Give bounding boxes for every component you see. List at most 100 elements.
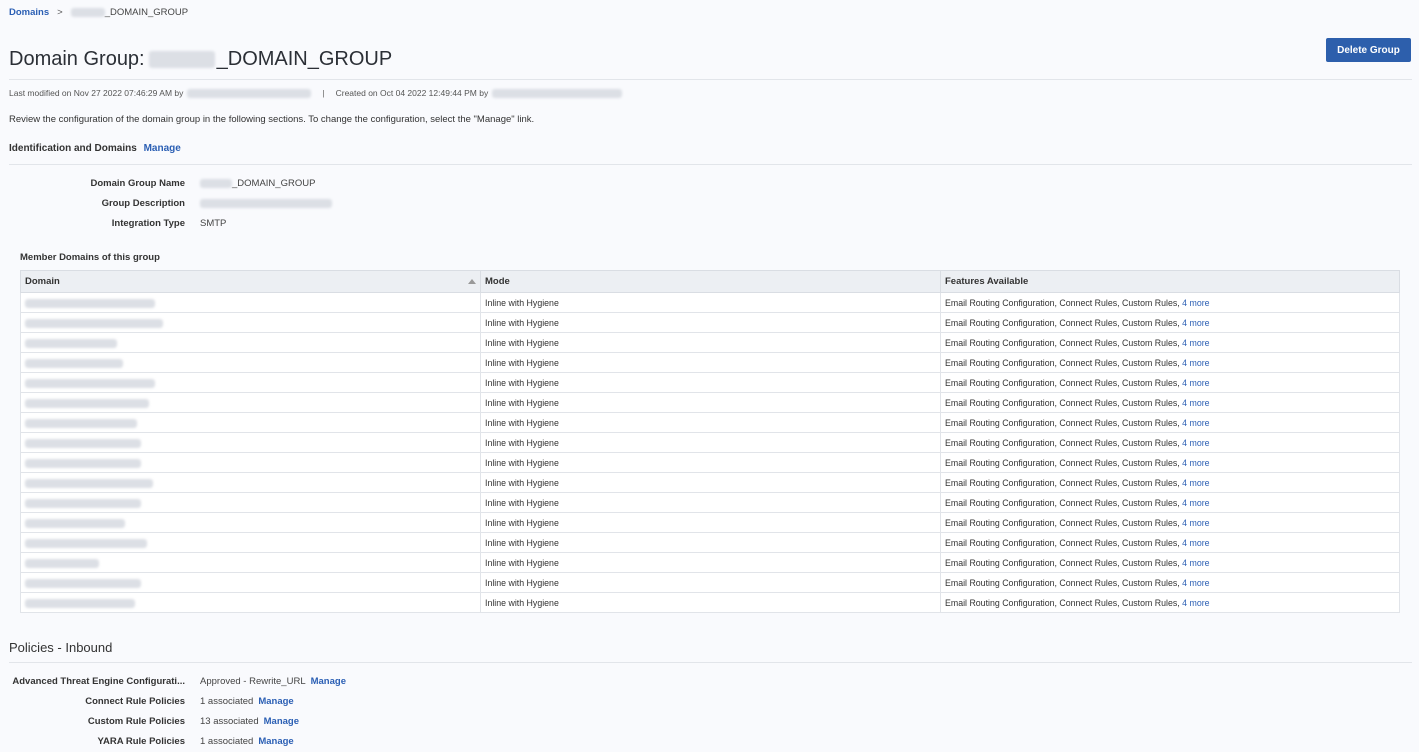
features-cell: Email Routing Configuration, Connect Rul… xyxy=(940,332,1400,353)
features-cell: Email Routing Configuration, Connect Rul… xyxy=(940,532,1400,553)
mode-cell: Inline with Hygiene xyxy=(480,552,941,573)
column-header-mode[interactable]: Mode xyxy=(480,270,941,293)
table-row: Inline with Hygiene Email Routing Configu… xyxy=(20,412,1400,433)
field-value: SMTP xyxy=(200,217,227,229)
policy-manage-link[interactable]: Manage xyxy=(258,696,293,707)
redacted-text xyxy=(200,178,232,188)
policy-manage-link[interactable]: Manage xyxy=(264,716,299,727)
sort-ascending-icon[interactable] xyxy=(468,279,476,284)
divider xyxy=(9,79,1412,80)
features-cell: Email Routing Configuration, Connect Rul… xyxy=(940,572,1400,593)
domain-group-name-field: Domain Group Name _DOMAIN_GROUP xyxy=(9,176,316,190)
features-more-link[interactable]: 4 more xyxy=(1182,398,1209,408)
table-row: Inline with Hygiene Email Routing Configu… xyxy=(20,392,1400,413)
divider xyxy=(9,662,1412,663)
domain-cell xyxy=(20,412,481,433)
features-text: Email Routing Configuration, Connect Rul… xyxy=(945,317,1180,328)
redacted-text xyxy=(25,458,141,468)
breadcrumb-separator: > xyxy=(57,7,63,18)
policies-inbound-title: Policies - Inbound xyxy=(9,640,113,655)
table-row: Inline with Hygiene Email Routing Configu… xyxy=(20,532,1400,553)
policy-custom-rule: Custom Rule Policies 13 associated Manag… xyxy=(9,714,299,728)
features-more-link[interactable]: 4 more xyxy=(1182,558,1209,568)
mode-cell: Inline with Hygiene xyxy=(480,372,941,393)
redacted-text xyxy=(25,418,137,428)
domain-cell xyxy=(20,572,481,593)
domain-cell xyxy=(20,452,481,473)
features-cell: Email Routing Configuration, Connect Rul… xyxy=(940,352,1400,373)
features-more-link[interactable]: 4 more xyxy=(1182,498,1209,508)
features-cell: Email Routing Configuration, Connect Rul… xyxy=(940,412,1400,433)
breadcrumb-current: _DOMAIN_GROUP xyxy=(70,7,188,18)
member-domains-table: Domain Mode Features Available Inline wi… xyxy=(20,270,1400,613)
mode-cell: Inline with Hygiene xyxy=(480,432,941,453)
features-cell: Email Routing Configuration, Connect Rul… xyxy=(940,452,1400,473)
field-label: Domain Group Name xyxy=(90,177,186,189)
mode-cell: Inline with Hygiene xyxy=(480,592,941,613)
mode-cell: Inline with Hygiene xyxy=(480,412,941,433)
table-row: Inline with Hygiene Email Routing Configu… xyxy=(20,472,1400,493)
domain-cell xyxy=(20,552,481,573)
redacted-text xyxy=(25,358,123,368)
policy-connect-rule: Connect Rule Policies 1 associated Manag… xyxy=(9,694,294,708)
policy-value-text: 1 associated xyxy=(200,695,254,707)
features-more-link[interactable]: 4 more xyxy=(1182,318,1209,328)
mode-cell: Inline with Hygiene xyxy=(480,472,941,493)
policy-label: Advanced Threat Engine Configurati... xyxy=(12,675,185,687)
mode-cell: Inline with Hygiene xyxy=(480,292,941,313)
table-row: Inline with Hygiene Email Routing Configu… xyxy=(20,432,1400,453)
features-more-link[interactable]: 4 more xyxy=(1182,458,1209,468)
redacted-text xyxy=(200,198,332,208)
table-row: Inline with Hygiene Email Routing Configu… xyxy=(20,332,1400,353)
features-text: Email Routing Configuration, Connect Rul… xyxy=(945,477,1180,488)
features-text: Email Routing Configuration, Connect Rul… xyxy=(945,457,1180,468)
redacted-text xyxy=(25,598,135,608)
breadcrumb-domains-link[interactable]: Domains xyxy=(9,7,49,18)
domain-cell xyxy=(20,532,481,553)
features-text: Email Routing Configuration, Connect Rul… xyxy=(945,357,1180,368)
features-cell: Email Routing Configuration, Connect Rul… xyxy=(940,292,1400,313)
column-header-domain[interactable]: Domain xyxy=(20,270,481,293)
policy-manage-link[interactable]: Manage xyxy=(258,736,293,747)
features-more-link[interactable]: 4 more xyxy=(1182,538,1209,548)
policy-value: 13 associated Manage xyxy=(200,716,299,727)
table-row: Inline with Hygiene Email Routing Configu… xyxy=(20,572,1400,593)
redacted-text xyxy=(492,88,623,98)
integration-type-field: Integration Type SMTP xyxy=(9,216,227,230)
mode-cell: Inline with Hygiene xyxy=(480,352,941,373)
features-more-link[interactable]: 4 more xyxy=(1182,438,1209,448)
policy-advanced-threat-engine: Advanced Threat Engine Configurati... Ap… xyxy=(9,674,346,688)
features-more-link[interactable]: 4 more xyxy=(1182,418,1209,428)
column-header-features[interactable]: Features Available xyxy=(940,270,1400,293)
redacted-text xyxy=(25,478,153,488)
features-text: Email Routing Configuration, Connect Rul… xyxy=(945,557,1180,568)
features-more-link[interactable]: 4 more xyxy=(1182,298,1209,308)
features-more-link[interactable]: 4 more xyxy=(1182,338,1209,348)
policy-value: Approved - Rewrite_URL Manage xyxy=(200,676,346,687)
features-more-link[interactable]: 4 more xyxy=(1182,478,1209,488)
policy-label: Custom Rule Policies xyxy=(87,715,185,727)
identification-manage-link[interactable]: Manage xyxy=(144,143,181,154)
redacted-text xyxy=(187,88,312,98)
domain-cell xyxy=(20,512,481,533)
delete-group-button[interactable]: Delete Group xyxy=(1326,38,1411,62)
policy-manage-link[interactable]: Manage xyxy=(311,676,346,687)
redacted-text xyxy=(25,298,155,308)
policy-yara-rule: YARA Rule Policies 1 associated Manage xyxy=(9,734,294,748)
created-text: Created on Oct 04 2022 12:49:44 PM by xyxy=(335,88,489,98)
features-more-link[interactable]: 4 more xyxy=(1182,358,1209,368)
redacted-text xyxy=(148,51,215,68)
divider xyxy=(9,164,1412,165)
domain-cell xyxy=(20,432,481,453)
features-more-link[interactable]: 4 more xyxy=(1182,578,1209,588)
features-cell: Email Routing Configuration, Connect Rul… xyxy=(940,552,1400,573)
features-text: Email Routing Configuration, Connect Rul… xyxy=(945,517,1180,528)
features-cell: Email Routing Configuration, Connect Rul… xyxy=(940,372,1400,393)
features-more-link[interactable]: 4 more xyxy=(1182,378,1209,388)
redacted-text xyxy=(25,318,163,328)
features-more-link[interactable]: 4 more xyxy=(1182,598,1209,608)
features-text: Email Routing Configuration, Connect Rul… xyxy=(945,437,1180,448)
page-title: Domain Group: _DOMAIN_GROUP xyxy=(9,48,392,71)
features-more-link[interactable]: 4 more xyxy=(1182,518,1209,528)
meta-separator: | xyxy=(322,88,325,98)
